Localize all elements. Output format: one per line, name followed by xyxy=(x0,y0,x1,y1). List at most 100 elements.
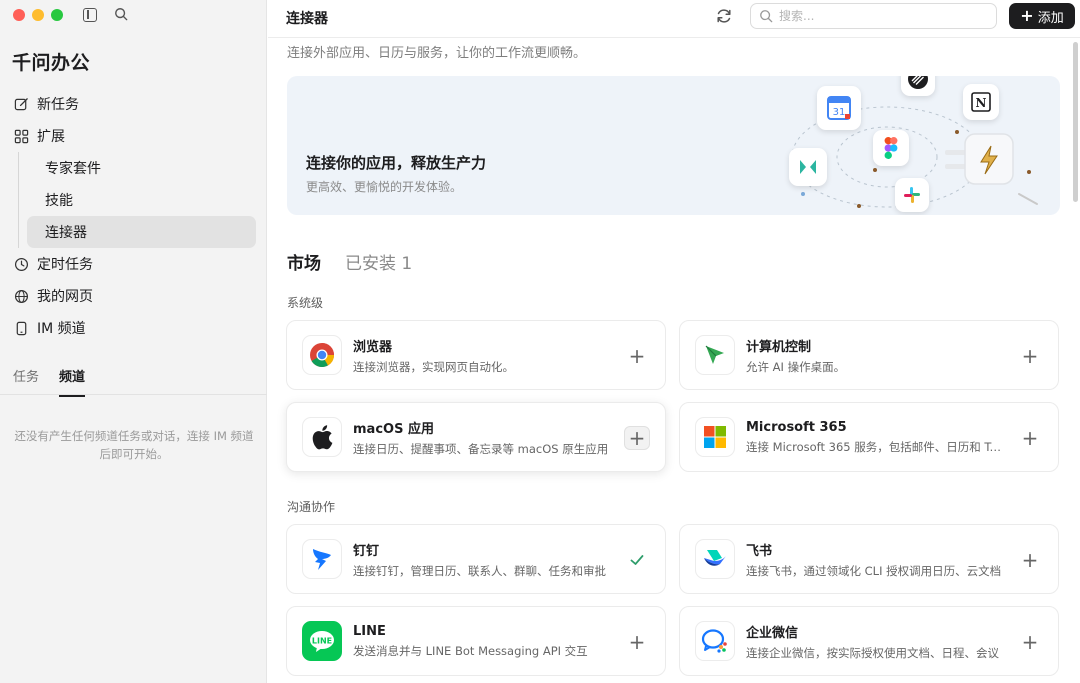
linear-icon xyxy=(901,76,935,96)
search-field[interactable] xyxy=(750,3,997,29)
search-icon xyxy=(760,10,773,23)
sidebar: 千问办公 新任务 扩展 专家套件 技能 连接器 定时任务 我的网页 IM 频道 … xyxy=(0,0,267,683)
sidebar-item-label: 我的网页 xyxy=(37,289,93,305)
app-brand: 千问办公 xyxy=(12,52,91,74)
connector-card-wecom[interactable]: 企业微信 连接企业微信，按实际授权使用文档、日程、会议 + xyxy=(679,606,1059,676)
sidebar-item-expert-kits[interactable]: 专家套件 xyxy=(27,152,256,184)
connector-name: 飞书 xyxy=(746,543,773,559)
hero-banner: 连接你的应用，释放生产力 更高效、更愉悦的开发体验。 31 N xyxy=(287,76,1060,215)
add-button-label: 添加 xyxy=(1037,10,1064,26)
connector-card-macos-apps[interactable]: macOS 应用 连接日历、提醒事项、备忘录等 macOS 原生应用 + xyxy=(286,402,666,472)
sidebar-item-skills[interactable]: 技能 xyxy=(27,184,256,216)
sidebar-tabs: 任务 频道 xyxy=(13,366,86,397)
add-connector-button[interactable]: + xyxy=(1017,344,1043,368)
minimize-window-button[interactable] xyxy=(32,9,44,21)
add-connector-button[interactable]: + xyxy=(1017,630,1043,654)
connector-desc: 连接企业微信，按实际授权使用文档、日程、会议 xyxy=(746,645,999,660)
sidebar-item-new-task[interactable]: 新任务 xyxy=(0,88,267,120)
sidebar-item-label: IM 频道 xyxy=(37,321,86,337)
phone-icon xyxy=(13,320,29,336)
close-window-button[interactable] xyxy=(13,9,25,21)
dingtalk-icon xyxy=(302,539,342,579)
sidebar-item-extensions[interactable]: 扩展 xyxy=(0,120,267,152)
page-title: 连接器 xyxy=(286,11,328,27)
add-connector-button[interactable]: + xyxy=(624,344,650,368)
installed-check-icon xyxy=(624,548,650,572)
window-controls xyxy=(13,9,63,21)
svg-text:31: 31 xyxy=(833,107,846,118)
add-connector-button[interactable]: + xyxy=(624,426,650,450)
connector-name: macOS 应用 xyxy=(353,421,434,437)
wecom-icon xyxy=(695,621,735,661)
cursor-icon xyxy=(695,335,735,375)
connector-card-dingtalk[interactable]: 钉钉 连接钉钉，管理日历、联系人、群聊、任务和审批 xyxy=(286,524,666,594)
svg-text:LINE: LINE xyxy=(312,637,332,646)
page-subtitle: 连接外部应用、日历与服务，让你的工作流更顺畅。 xyxy=(287,46,587,61)
hero-subtitle: 更高效、更愉悦的开发体验。 xyxy=(306,180,463,194)
grid-icon xyxy=(13,128,29,144)
hero-title: 连接你的应用，释放生产力 xyxy=(306,154,487,172)
section-label-system: 系统级 xyxy=(287,296,324,310)
sidebar-divider xyxy=(0,394,267,395)
sidebar-item-im-channels[interactable]: IM 频道 xyxy=(0,312,267,344)
slack-icon xyxy=(895,178,929,212)
svg-text:N: N xyxy=(976,96,987,110)
globe-icon xyxy=(13,288,29,304)
sidebar-item-label: 定时任务 xyxy=(37,257,93,273)
sidebar-item-label: 新任务 xyxy=(37,97,79,113)
connector-card-computer-control[interactable]: 计算机控制 允许 AI 操作桌面。 + xyxy=(679,320,1059,390)
add-button[interactable]: + 添加 xyxy=(1009,3,1075,29)
feishu-icon xyxy=(695,539,735,579)
clock-icon xyxy=(13,256,29,272)
sidebar-item-my-webpages[interactable]: 我的网页 xyxy=(0,280,267,312)
search-input[interactable] xyxy=(779,9,979,23)
connector-card-browser[interactable]: 浏览器 连接浏览器，实现网页自动化。 + xyxy=(286,320,666,390)
plug-icon xyxy=(945,128,1021,192)
connector-tabs: 市场 已安装 1 xyxy=(287,249,412,274)
google-calendar-icon: 31 xyxy=(817,86,861,130)
connector-name: LINE xyxy=(353,623,386,639)
connector-name: 计算机控制 xyxy=(746,339,812,355)
top-bar: 连接器 + 添加 xyxy=(268,0,1080,38)
extensions-submenu: 专家套件 技能 连接器 xyxy=(18,152,267,248)
plus-icon: + xyxy=(1020,6,1034,25)
hero-illustration: 31 N xyxy=(767,76,1057,215)
tab-channels[interactable]: 频道 xyxy=(59,366,86,397)
connector-desc: 连接日历、提醒事项、备忘录等 macOS 原生应用 xyxy=(353,441,609,456)
sidebar-item-scheduled-tasks[interactable]: 定时任务 xyxy=(0,248,267,280)
section-label-communication: 沟通协作 xyxy=(287,500,336,514)
microsoft-icon xyxy=(695,417,735,457)
add-connector-button[interactable]: + xyxy=(624,630,650,654)
connector-desc: 连接钉钉，管理日历、联系人、群聊、任务和审批 xyxy=(353,563,606,578)
sidebar-item-label: 扩展 xyxy=(37,129,65,145)
sidebar-nav: 新任务 扩展 专家套件 技能 连接器 定时任务 我的网页 IM 频道 xyxy=(0,88,267,344)
sidebar-toggle-icon[interactable] xyxy=(83,8,97,22)
search-icon[interactable] xyxy=(114,7,128,21)
tab-installed[interactable]: 已安装 1 xyxy=(345,249,412,274)
connector-name: 浏览器 xyxy=(353,339,393,355)
connector-card-line[interactable]: LINE LINE 发送消息并与 LINE Bot Messaging API … xyxy=(286,606,666,676)
empty-state-text: 还没有产生任何频道任务或对话，连接 IM 频道后即可开始。 xyxy=(14,429,254,461)
make-icon xyxy=(789,148,827,186)
connector-name: Microsoft 365 xyxy=(746,419,847,435)
connector-desc: 发送消息并与 LINE Bot Messaging API 交互 xyxy=(353,643,588,658)
apple-icon xyxy=(302,417,342,457)
scrollbar[interactable] xyxy=(1073,42,1078,202)
zoom-window-button[interactable] xyxy=(51,9,63,21)
connector-desc: 允许 AI 操作桌面。 xyxy=(746,359,846,374)
refresh-icon[interactable] xyxy=(715,7,733,25)
edit-icon xyxy=(13,96,29,112)
connector-card-feishu[interactable]: 飞书 连接飞书，通过领域化 CLI 授权调用日历、云文档 + xyxy=(679,524,1059,594)
add-connector-button[interactable]: + xyxy=(1017,426,1043,450)
connector-name: 企业微信 xyxy=(746,625,799,641)
connector-card-microsoft-365[interactable]: Microsoft 365 连接 Microsoft 365 服务，包括邮件、日… xyxy=(679,402,1059,472)
connector-desc: 连接 Microsoft 365 服务，包括邮件、日历和 Teams xyxy=(746,439,1006,454)
main-content: 连接器 + 添加 连接外部应用、日历与服务，让你的工作流更顺畅。 连接你的应用，… xyxy=(268,0,1080,683)
line-icon: LINE xyxy=(302,621,342,661)
tab-market[interactable]: 市场 xyxy=(287,249,321,274)
connector-desc: 连接浏览器，实现网页自动化。 xyxy=(353,359,514,374)
chrome-icon xyxy=(302,335,342,375)
add-connector-button[interactable]: + xyxy=(1017,548,1043,572)
sidebar-item-connectors[interactable]: 连接器 xyxy=(27,216,256,248)
tab-tasks[interactable]: 任务 xyxy=(13,366,39,397)
